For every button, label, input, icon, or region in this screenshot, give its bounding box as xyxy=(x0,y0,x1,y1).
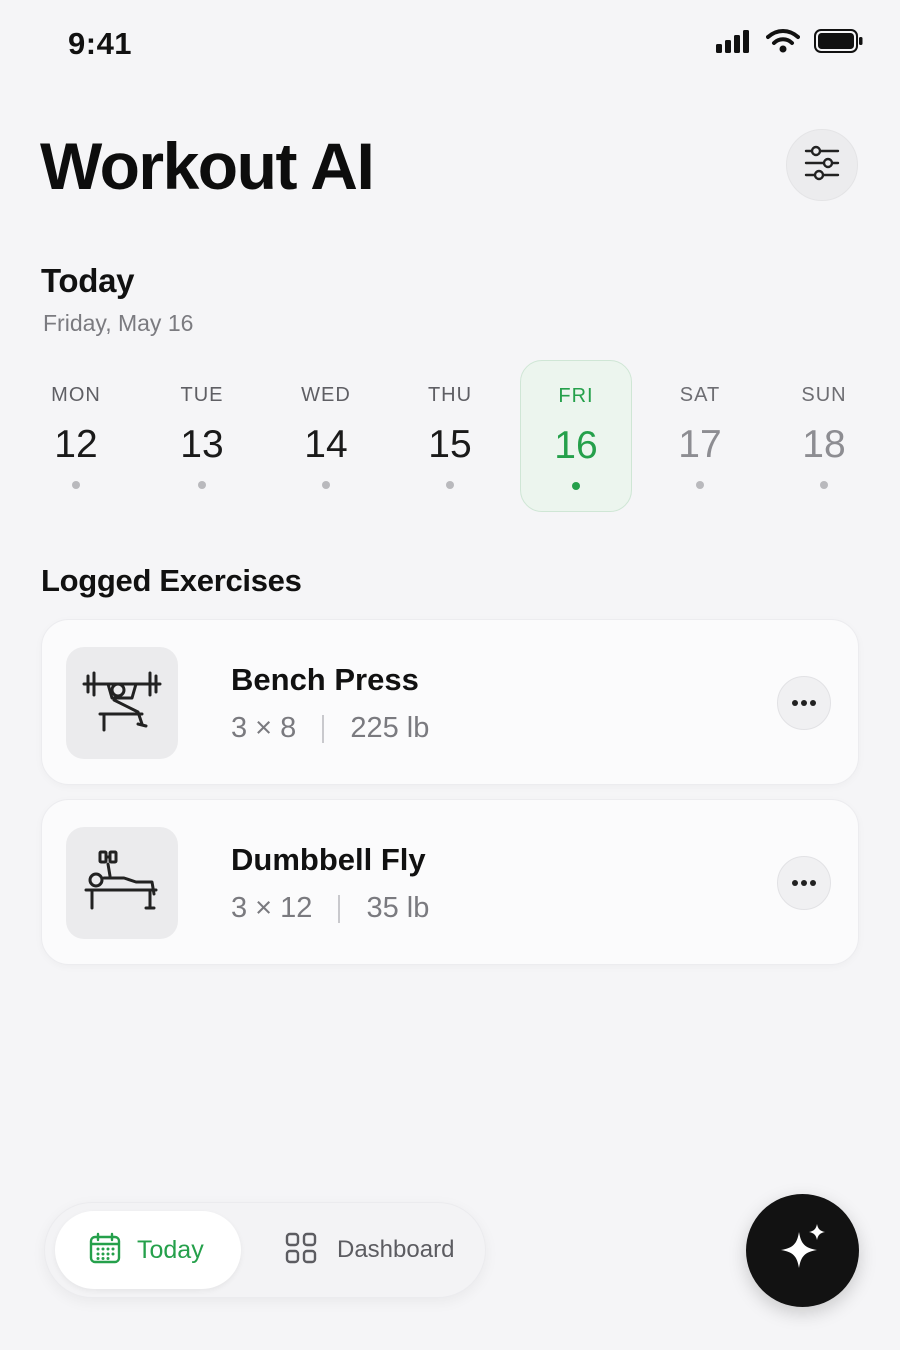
ellipsis-icon xyxy=(792,880,816,886)
cellular-signal-icon xyxy=(716,29,752,53)
exercise-sets-reps: 3 × 12 xyxy=(231,892,313,924)
day-label: SAT xyxy=(679,384,721,406)
grid-icon xyxy=(285,1232,317,1269)
sparkle-icon xyxy=(777,1222,829,1279)
day-label: SUN xyxy=(801,384,847,406)
day-sat[interactable]: SAT 17 xyxy=(644,360,756,512)
screen: 9:41 Workout AI Today Friday, May 16 MON… xyxy=(0,0,900,1350)
day-dot xyxy=(322,481,330,489)
today-date: Friday, May 16 xyxy=(43,310,194,336)
day-dot xyxy=(198,481,206,489)
tab-dashboard-label: Dashboard xyxy=(337,1236,455,1263)
week-strip: MON 12 TUE 13 WED 14 THU 15 FRI 16 SAT 1… xyxy=(0,360,900,512)
day-number: 12 xyxy=(54,423,98,466)
status-time: 9:41 xyxy=(68,26,133,61)
day-wed[interactable]: WED 14 xyxy=(270,360,382,512)
exercise-card[interactable]: Bench Press 3 × 8 225 lb xyxy=(41,619,859,785)
meta-divider xyxy=(322,714,325,743)
day-label: THU xyxy=(427,384,473,406)
wifi-icon xyxy=(766,28,800,54)
day-label: MON xyxy=(51,384,101,406)
logged-exercises-heading: Logged Exercises xyxy=(41,563,302,598)
today-heading: Today xyxy=(41,262,135,299)
ellipsis-icon xyxy=(792,700,816,706)
calendar-icon xyxy=(89,1232,121,1269)
more-options-button[interactable] xyxy=(777,676,831,730)
exercise-weight: 35 lb xyxy=(366,892,430,924)
day-dot xyxy=(72,481,80,489)
day-number: 13 xyxy=(180,423,224,466)
dumbbell-fly-icon xyxy=(66,827,178,939)
app-title: Workout AI xyxy=(40,129,375,203)
status-icons xyxy=(716,28,864,54)
day-dot xyxy=(446,481,454,489)
day-number: 14 xyxy=(304,423,348,466)
exercise-meta: 3 × 8 225 lb xyxy=(231,712,429,745)
day-fri-selected[interactable]: FRI 16 xyxy=(520,360,632,512)
day-dot xyxy=(820,481,828,489)
day-number: 17 xyxy=(678,423,722,466)
day-label: TUE xyxy=(180,384,224,406)
ai-assistant-button[interactable] xyxy=(746,1194,859,1307)
battery-icon xyxy=(814,28,864,54)
day-label: WED xyxy=(301,384,351,406)
exercise-meta: 3 × 12 35 lb xyxy=(231,892,429,925)
day-dot xyxy=(696,481,704,489)
day-tue[interactable]: TUE 13 xyxy=(146,360,258,512)
more-options-button[interactable] xyxy=(777,856,831,910)
day-number: 18 xyxy=(802,423,846,466)
exercise-name: Bench Press xyxy=(231,662,419,697)
day-label: FRI xyxy=(558,385,594,407)
tab-dashboard[interactable]: Dashboard xyxy=(283,1211,483,1289)
exercise-card[interactable]: Dumbbell Fly 3 × 12 35 lb xyxy=(41,799,859,965)
day-number: 16 xyxy=(554,424,598,467)
tab-today-label: Today xyxy=(137,1235,204,1264)
sliders-icon xyxy=(803,145,841,186)
meta-divider xyxy=(338,894,341,923)
day-thu[interactable]: THU 15 xyxy=(394,360,506,512)
day-sun[interactable]: SUN 18 xyxy=(768,360,880,512)
settings-button[interactable] xyxy=(786,129,858,201)
exercise-name: Dumbbell Fly xyxy=(231,842,426,877)
day-dot xyxy=(572,482,580,490)
day-mon[interactable]: MON 12 xyxy=(20,360,132,512)
tab-today[interactable]: Today xyxy=(55,1211,241,1289)
bench-press-icon xyxy=(66,647,178,759)
exercise-sets-reps: 3 × 8 xyxy=(231,712,297,744)
bottom-tab-bar: Today Dashboard xyxy=(44,1202,486,1298)
day-number: 15 xyxy=(428,423,472,466)
exercise-weight: 225 lb xyxy=(350,712,430,744)
